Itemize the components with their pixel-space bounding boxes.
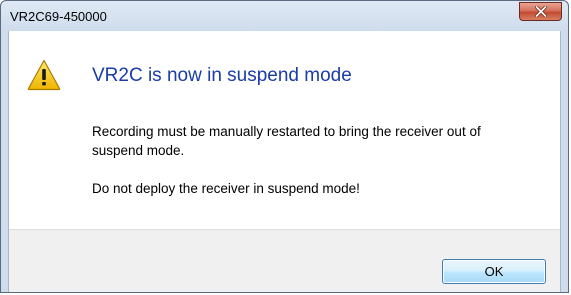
dialog-window: VR2C69-450000 VR2C is now in suspend mod… <box>0 0 569 293</box>
button-area: OK <box>9 229 560 292</box>
close-button[interactable] <box>519 2 562 21</box>
message-paragraph: Do not deploy the receiver in suspend mo… <box>92 181 360 196</box>
dialog-client-area: VR2C is now in suspend mode Recording mu… <box>8 31 561 292</box>
title-bar[interactable]: VR2C69-450000 <box>1 1 568 31</box>
dialog-message: Recording must be manually restarted to … <box>92 122 532 198</box>
dialog-content: VR2C is now in suspend mode Recording mu… <box>9 31 560 229</box>
warning-icon <box>27 59 61 91</box>
main-instruction: VR2C is now in suspend mode <box>92 65 352 86</box>
close-icon <box>534 6 547 17</box>
ok-button[interactable]: OK <box>442 259 546 284</box>
message-paragraph: Recording must be manually restarted to … <box>92 124 481 158</box>
window-title: VR2C69-450000 <box>10 9 107 24</box>
